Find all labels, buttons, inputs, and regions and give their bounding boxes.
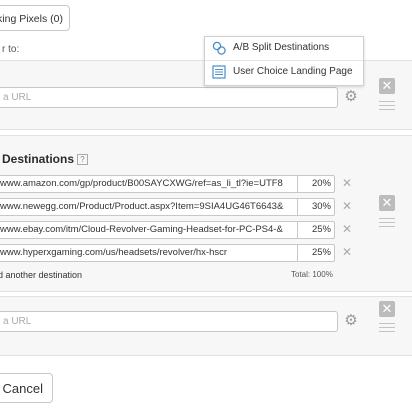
tracking-pixels-button[interactable]: cking Pixels (0) — [0, 5, 70, 31]
cancel-button[interactable]: Cancel — [0, 373, 53, 403]
destination-percent-input[interactable]: 25% — [297, 244, 335, 262]
help-icon[interactable]: ? — [77, 154, 89, 165]
destination-row: www.hyperxgaming.com/us/headsets/revolve… — [0, 244, 352, 262]
ab-split-icon — [212, 41, 226, 55]
total-percent-label: Total: 100% — [291, 270, 333, 279]
destination-url-input[interactable]: www.amazon.com/gp/product/B00SAYCXWG/ref… — [0, 175, 298, 193]
destination-percent-input[interactable]: 30% — [297, 198, 335, 216]
gear-icon[interactable]: ⚙ — [344, 89, 358, 104]
drag-handle-icon[interactable] — [379, 218, 395, 230]
dropdown-item-ab-split[interactable]: A/B Split Destinations — [205, 37, 363, 59]
destination-row: www.newegg.com/Product/Product.aspx?Item… — [0, 198, 352, 216]
destination-url-input[interactable]: www.newegg.com/Product/Product.aspx?Item… — [0, 198, 298, 216]
remove-destination-icon[interactable]: ✕ — [342, 222, 352, 236]
remove-panel-1-icon[interactable]: ✕ — [379, 78, 395, 94]
dropdown-item-user-choice[interactable]: User Choice Landing Page — [205, 61, 363, 83]
remove-panel-3-icon[interactable]: ✕ — [379, 301, 395, 317]
destination-type-dropdown: A/B Split Destinations User Choice Landi… — [204, 36, 364, 86]
landing-page-icon — [212, 65, 226, 79]
destination-url-input[interactable]: www.hyperxgaming.com/us/headsets/revolve… — [0, 244, 298, 262]
url-input-2[interactable]: a URL — [0, 311, 338, 332]
redirect-label: r to: — [2, 44, 20, 55]
drag-handle-icon[interactable] — [379, 101, 395, 113]
gear-icon[interactable]: ⚙ — [344, 313, 358, 328]
dropdown-item-label: User Choice Landing Page — [233, 66, 353, 77]
destination-url-input[interactable]: www.ebay.com/itm/Cloud-Revolver-Gaming-H… — [0, 221, 298, 239]
split-destinations-title: Destinations? — [2, 152, 89, 166]
remove-panel-2-icon[interactable]: ✕ — [379, 195, 395, 211]
drag-handle-icon[interactable] — [379, 323, 395, 335]
remove-destination-icon[interactable]: ✕ — [342, 245, 352, 259]
url-input-1[interactable]: a URL — [0, 87, 338, 108]
dropdown-item-label: A/B Split Destinations — [233, 42, 330, 53]
destination-percent-input[interactable]: 25% — [297, 221, 335, 239]
remove-destination-icon[interactable]: ✕ — [342, 199, 352, 213]
add-destination-link[interactable]: d another destination — [0, 270, 82, 280]
destination-row: www.amazon.com/gp/product/B00SAYCXWG/ref… — [0, 175, 352, 193]
destination-row: www.ebay.com/itm/Cloud-Revolver-Gaming-H… — [0, 221, 352, 239]
destination-percent-input[interactable]: 20% — [297, 175, 335, 193]
remove-destination-icon[interactable]: ✕ — [342, 176, 352, 190]
